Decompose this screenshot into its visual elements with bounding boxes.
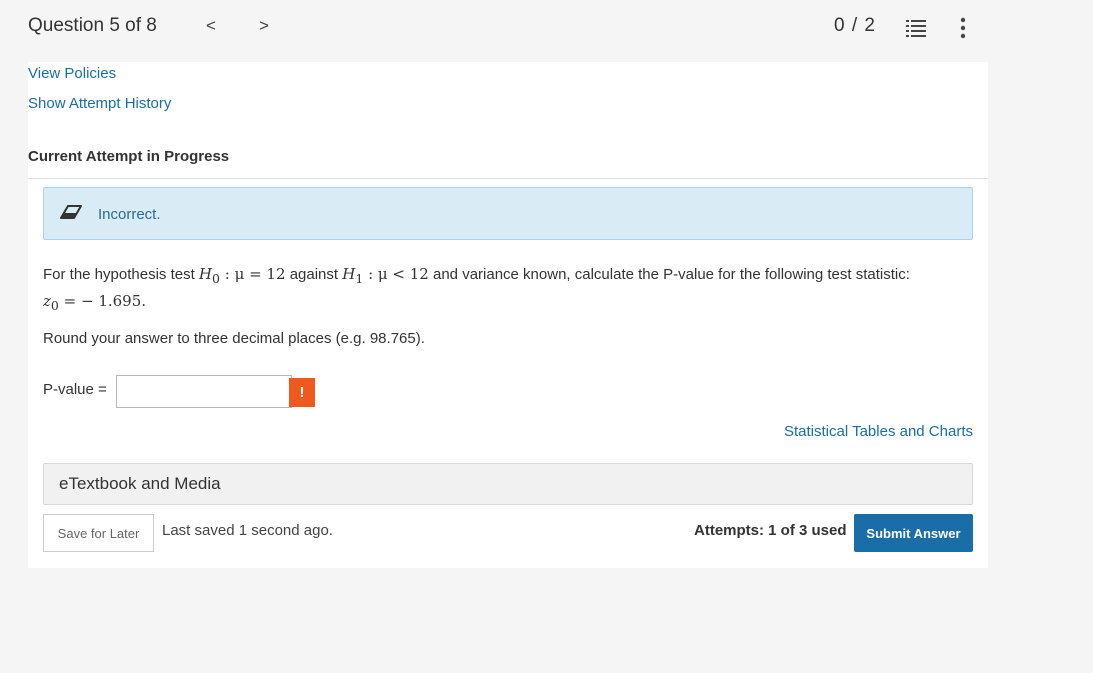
score-display: 0 / 2 — [834, 15, 876, 36]
submit-answer-button[interactable]: Submit Answer — [854, 514, 973, 552]
save-for-later-button[interactable]: Save for Later — [43, 514, 154, 552]
rounding-instruction: Round your answer to three decimal place… — [43, 330, 425, 347]
alt-hypothesis: H1 : μ < 12 — [342, 265, 429, 286]
view-policies-link[interactable]: View Policies — [28, 65, 116, 82]
question-after: and variance known, calculate the P-valu… — [433, 266, 910, 283]
p-value-input[interactable] — [116, 375, 292, 408]
chevron-right-icon[interactable]: > — [259, 16, 269, 36]
null-hypothesis: H0 : μ = 12 — [198, 265, 286, 286]
feedback-text: Incorrect. — [98, 206, 161, 223]
p-value-label: P-value = — [43, 381, 107, 398]
statistical-tables-link[interactable]: Statistical Tables and Charts — [784, 423, 973, 440]
show-attempt-history-link[interactable]: Show Attempt History — [28, 95, 171, 112]
feedback-banner: Incorrect. — [43, 187, 973, 240]
divider — [28, 178, 988, 179]
test-statistic: z0 = − 1.695. — [43, 292, 147, 313]
question-against: against — [289, 266, 339, 283]
etextbook-media-section[interactable]: eTextbook and Media — [43, 463, 973, 505]
question-intro: For the hypothesis test — [43, 266, 195, 283]
question-text: For the hypothesis test H0 : μ = 12 agai… — [43, 263, 963, 317]
question-panel: View Policies Show Attempt History Curre… — [28, 62, 988, 568]
section-title: Current Attempt in Progress — [28, 148, 230, 165]
question-counter: Question 5 of 8 — [28, 15, 157, 36]
chevron-left-icon[interactable]: < — [206, 16, 216, 36]
attempts-counter: Attempts: 1 of 3 used — [694, 522, 847, 539]
list-icon[interactable] — [906, 19, 926, 37]
top-bar: Question 5 of 8 < > 0 / 2 — [0, 0, 1093, 56]
last-saved-status: Last saved 1 second ago. — [162, 522, 333, 539]
more-vertical-icon[interactable] — [958, 17, 968, 39]
eraser-icon — [60, 205, 82, 219]
warning-icon: ! — [289, 378, 315, 407]
etextbook-label: eTextbook and Media — [59, 474, 221, 493]
